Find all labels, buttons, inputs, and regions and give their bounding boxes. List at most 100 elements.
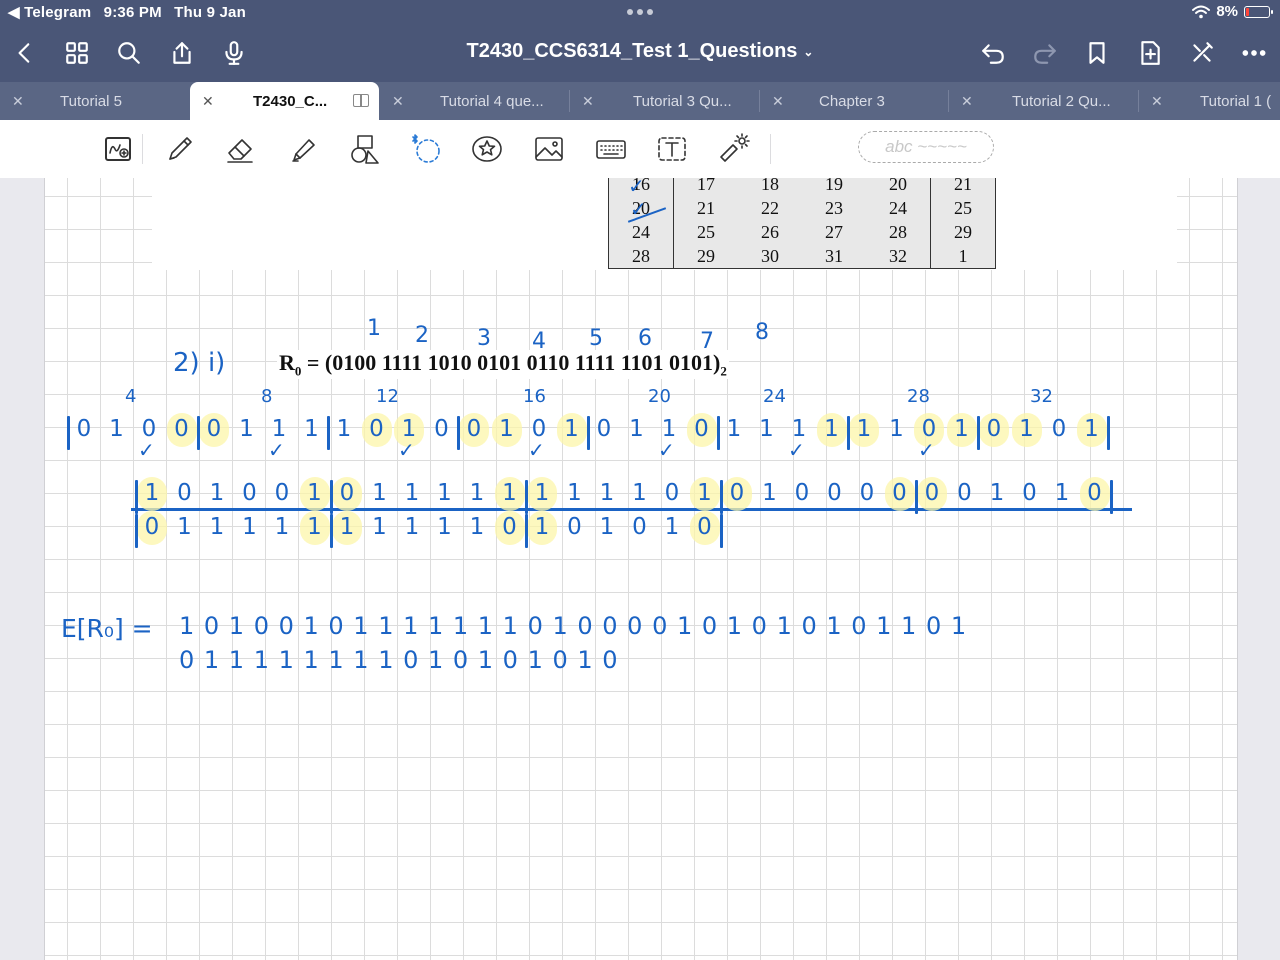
more-icon[interactable] bbox=[1239, 38, 1269, 68]
tab-label: T2430_C... bbox=[253, 93, 328, 110]
table-row: 20 21 22 23 24 25 bbox=[608, 196, 996, 220]
lasso-image-icon[interactable] bbox=[100, 132, 136, 166]
notebook-page[interactable]: 16 17 18 19 20 21 20 21 22 23 24 25 24 25 26 27 28 29 28 29… bbox=[44, 178, 1238, 960]
bit: 0 bbox=[632, 514, 647, 540]
table-cell: 25 bbox=[954, 197, 972, 218]
bit: 1 bbox=[274, 514, 290, 540]
table-row: 16 17 18 19 20 21 bbox=[608, 178, 996, 196]
document-title[interactable]: T2430_CCS6314_Test 1_Questions bbox=[467, 40, 798, 62]
status-right: 8% bbox=[1192, 3, 1273, 20]
tab-label: Tutorial 1 ( bbox=[1200, 93, 1272, 110]
pen-icon[interactable] bbox=[162, 132, 198, 166]
group-divider bbox=[135, 514, 138, 548]
highlighter-icon[interactable] bbox=[285, 132, 321, 166]
bit: 1 bbox=[759, 416, 774, 442]
bit: 1 bbox=[372, 514, 387, 540]
keyboard-icon[interactable] bbox=[593, 132, 629, 166]
tab-tutorial-1[interactable]: ✕ Tutorial 1 ( bbox=[1139, 82, 1280, 120]
battery-icon bbox=[1244, 5, 1273, 18]
group-divider bbox=[327, 416, 330, 450]
bit: 0 bbox=[206, 416, 222, 442]
table-cell: 29 bbox=[954, 221, 972, 242]
document-canvas[interactable]: 16 17 18 19 20 21 20 21 22 23 24 25 24 25 26 27 28 29 28 29… bbox=[0, 178, 1280, 960]
bit: 1 bbox=[989, 480, 1005, 506]
close-icon[interactable] bbox=[1187, 38, 1217, 68]
document-tab-bar: ✕ Tutorial 5 ✕ T2430_C... ✕ Tutorial 4 q… bbox=[0, 82, 1280, 120]
bit: 0 bbox=[957, 480, 972, 506]
group-divider bbox=[915, 480, 918, 514]
position-mark: 16 bbox=[523, 386, 546, 407]
bit: 0 bbox=[1022, 480, 1037, 506]
bit: 0 bbox=[369, 416, 384, 442]
back-to-app-link[interactable]: ◀ Telegram bbox=[8, 4, 91, 21]
text-box-icon[interactable] bbox=[654, 132, 690, 166]
laser-pointer-icon[interactable] bbox=[716, 132, 752, 166]
group-divider bbox=[525, 514, 528, 548]
position-mark: 32 bbox=[1030, 386, 1053, 407]
share-icon[interactable] bbox=[167, 38, 197, 68]
bit: 1 bbox=[502, 480, 517, 506]
status-bar: ◀ Telegram 9:36 PM Thu 9 Jan 8% bbox=[0, 0, 1280, 24]
group-divider bbox=[197, 416, 200, 450]
split-view-icon[interactable] bbox=[353, 94, 369, 107]
table-cell: 20 bbox=[866, 178, 931, 196]
tab-label: Tutorial 2 Qu... bbox=[1012, 93, 1111, 110]
sticker-icon[interactable] bbox=[469, 132, 505, 166]
undo-icon[interactable] bbox=[978, 38, 1008, 68]
tab-close-icon[interactable]: ✕ bbox=[12, 93, 24, 110]
question-label: 2) i) bbox=[173, 348, 226, 378]
tab-chapter-3[interactable]: ✕ Chapter 3 bbox=[760, 82, 949, 120]
image-icon[interactable] bbox=[531, 132, 567, 166]
bit: 1 bbox=[144, 480, 160, 506]
table-cell: 29 bbox=[697, 245, 715, 266]
tab-tutorial-4[interactable]: ✕ Tutorial 4 que... bbox=[380, 82, 569, 120]
bit: 1 bbox=[307, 514, 322, 540]
table-cell: 22 bbox=[761, 197, 779, 218]
tab-close-icon[interactable]: ✕ bbox=[582, 93, 594, 110]
shapes-icon[interactable] bbox=[346, 132, 382, 166]
grid-icon[interactable] bbox=[62, 38, 92, 68]
bit: 1 bbox=[599, 514, 615, 540]
bit: 1 bbox=[239, 416, 254, 442]
eraser-icon[interactable] bbox=[222, 132, 258, 166]
tab-close-icon[interactable]: ✕ bbox=[1151, 93, 1163, 110]
check-mark: ✓ bbox=[788, 438, 805, 462]
add-page-icon[interactable] bbox=[1135, 38, 1165, 68]
tab-close-icon[interactable]: ✕ bbox=[961, 93, 973, 110]
bit: 0 bbox=[434, 416, 449, 442]
tab-tutorial-5[interactable]: ✕ Tutorial 5 bbox=[0, 82, 189, 120]
status-left[interactable]: ◀ Telegram 9:36 PM Thu 9 Jan bbox=[8, 3, 254, 21]
back-icon[interactable] bbox=[10, 38, 40, 68]
search-icon[interactable] bbox=[114, 38, 144, 68]
tab-close-icon[interactable]: ✕ bbox=[772, 93, 784, 110]
text-style-preview[interactable]: abc ~~~~~ bbox=[858, 131, 994, 163]
group-divider bbox=[1110, 480, 1113, 514]
group-divider bbox=[587, 416, 590, 450]
bit: 0 bbox=[466, 416, 482, 442]
group-number: 8 bbox=[755, 320, 769, 345]
r0-label: R bbox=[279, 350, 295, 375]
tab-tutorial-2[interactable]: ✕ Tutorial 2 Qu... bbox=[949, 82, 1138, 120]
tab-t2430[interactable]: ✕ T2430_C... bbox=[190, 82, 379, 120]
microphone-icon[interactable] bbox=[219, 38, 249, 68]
tab-tutorial-3[interactable]: ✕ Tutorial 3 Qu... bbox=[570, 82, 759, 120]
position-mark: 8 bbox=[261, 386, 273, 407]
table-cell: 17 bbox=[697, 178, 715, 194]
bit: 1 bbox=[1084, 416, 1099, 442]
multitasking-dots[interactable] bbox=[627, 9, 653, 15]
tab-close-icon[interactable]: ✕ bbox=[392, 93, 404, 110]
check-mark: ✓ bbox=[138, 438, 155, 462]
table-cell: 28 bbox=[866, 220, 931, 244]
bluetooth-lasso-icon[interactable] bbox=[408, 132, 444, 166]
tab-close-icon[interactable]: ✕ bbox=[202, 93, 214, 110]
bit: 0 bbox=[144, 514, 160, 540]
group-number: 3 bbox=[477, 326, 491, 351]
bit: 1 bbox=[697, 480, 712, 506]
position-mark: 20 bbox=[648, 386, 671, 407]
bit: 1 bbox=[404, 480, 420, 506]
table-cell: 21 bbox=[697, 197, 715, 218]
chevron-down-icon[interactable]: ⌄ bbox=[803, 45, 813, 59]
redo-icon[interactable] bbox=[1030, 38, 1060, 68]
bookmark-icon[interactable] bbox=[1082, 38, 1112, 68]
wifi-icon bbox=[1192, 5, 1211, 18]
